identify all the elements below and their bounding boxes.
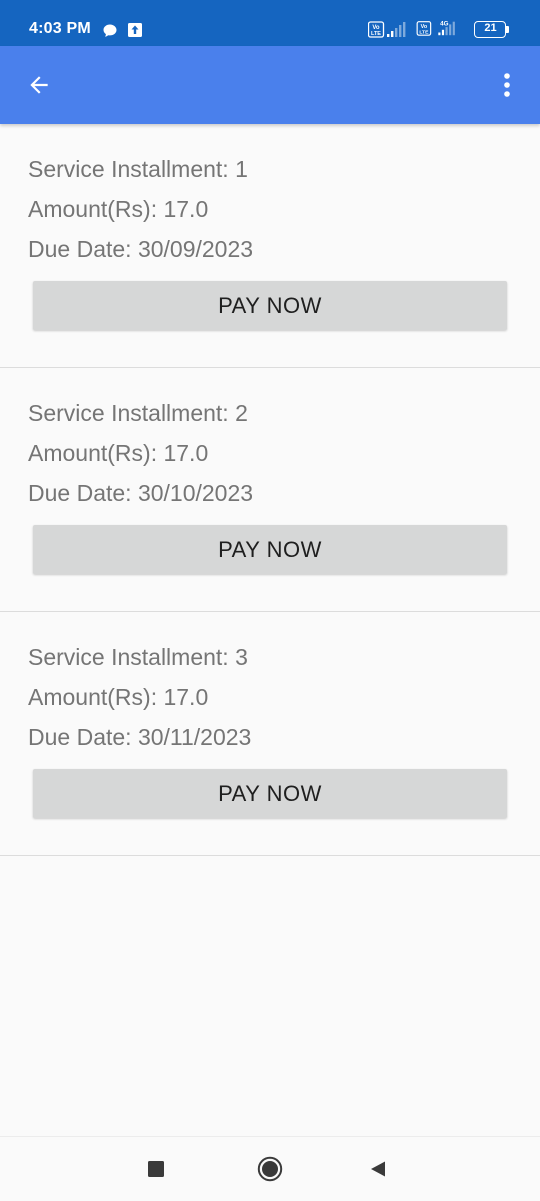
installment-due-date: Due Date: 30/11/2023 bbox=[28, 724, 252, 750]
installment-label: Service Installment: 3 bbox=[28, 644, 248, 670]
installment-due-date: Due Date: 30/09/2023 bbox=[28, 236, 254, 262]
home-button[interactable] bbox=[250, 1149, 290, 1189]
volte-signal-icon: Vo LTE bbox=[368, 21, 406, 38]
battery-icon: 21 bbox=[474, 21, 510, 38]
status-time: 4:03 PM bbox=[29, 20, 91, 37]
square-recents-icon bbox=[148, 1161, 164, 1177]
installment-due-date: Due Date: 30/10/2023 bbox=[28, 480, 254, 506]
pay-now-button[interactable]: PAY NOW bbox=[33, 769, 507, 818]
installment-card: Service Installment: 2 Amount(Rs): 17.0 … bbox=[0, 368, 540, 612]
circle-home-icon bbox=[257, 1156, 283, 1182]
app-bar bbox=[0, 46, 540, 124]
svg-text:4G: 4G bbox=[440, 20, 449, 27]
status-bar: 4:03 PM Vo LTE Vo LTE 4G 21 bbox=[0, 0, 540, 46]
triangle-back-icon bbox=[371, 1161, 385, 1177]
system-nav-bar bbox=[0, 1136, 540, 1201]
svg-text:Vo: Vo bbox=[421, 24, 428, 30]
pay-now-button[interactable]: PAY NOW bbox=[33, 281, 507, 330]
arrow-back-icon bbox=[30, 76, 48, 94]
installment-amount: Amount(Rs): 17.0 bbox=[28, 196, 209, 222]
installment-label: Service Installment: 2 bbox=[28, 400, 248, 426]
pay-now-button[interactable]: PAY NOW bbox=[33, 525, 507, 574]
volte-4g-signal-icon: Vo LTE 4G bbox=[416, 20, 455, 36]
installment-amount: Amount(Rs): 17.0 bbox=[28, 684, 209, 710]
upload-notification-icon bbox=[128, 23, 142, 37]
back-nav-button[interactable] bbox=[358, 1149, 398, 1189]
battery-level: 21 bbox=[484, 22, 497, 34]
back-button[interactable] bbox=[16, 62, 62, 108]
more-vert-icon bbox=[504, 73, 510, 97]
installment-list: Service Installment: 1 Amount(Rs): 17.0 … bbox=[0, 124, 540, 856]
svg-text:LTE: LTE bbox=[419, 29, 429, 35]
installment-amount: Amount(Rs): 17.0 bbox=[28, 440, 209, 466]
installment-label: Service Installment: 1 bbox=[28, 156, 248, 182]
overflow-menu-button[interactable] bbox=[484, 62, 530, 108]
installment-card: Service Installment: 1 Amount(Rs): 17.0 … bbox=[0, 124, 540, 368]
installment-card: Service Installment: 3 Amount(Rs): 17.0 … bbox=[0, 612, 540, 856]
svg-text:LTE: LTE bbox=[371, 31, 381, 37]
recents-button[interactable] bbox=[136, 1149, 176, 1189]
chat-notification-icon bbox=[103, 24, 117, 37]
